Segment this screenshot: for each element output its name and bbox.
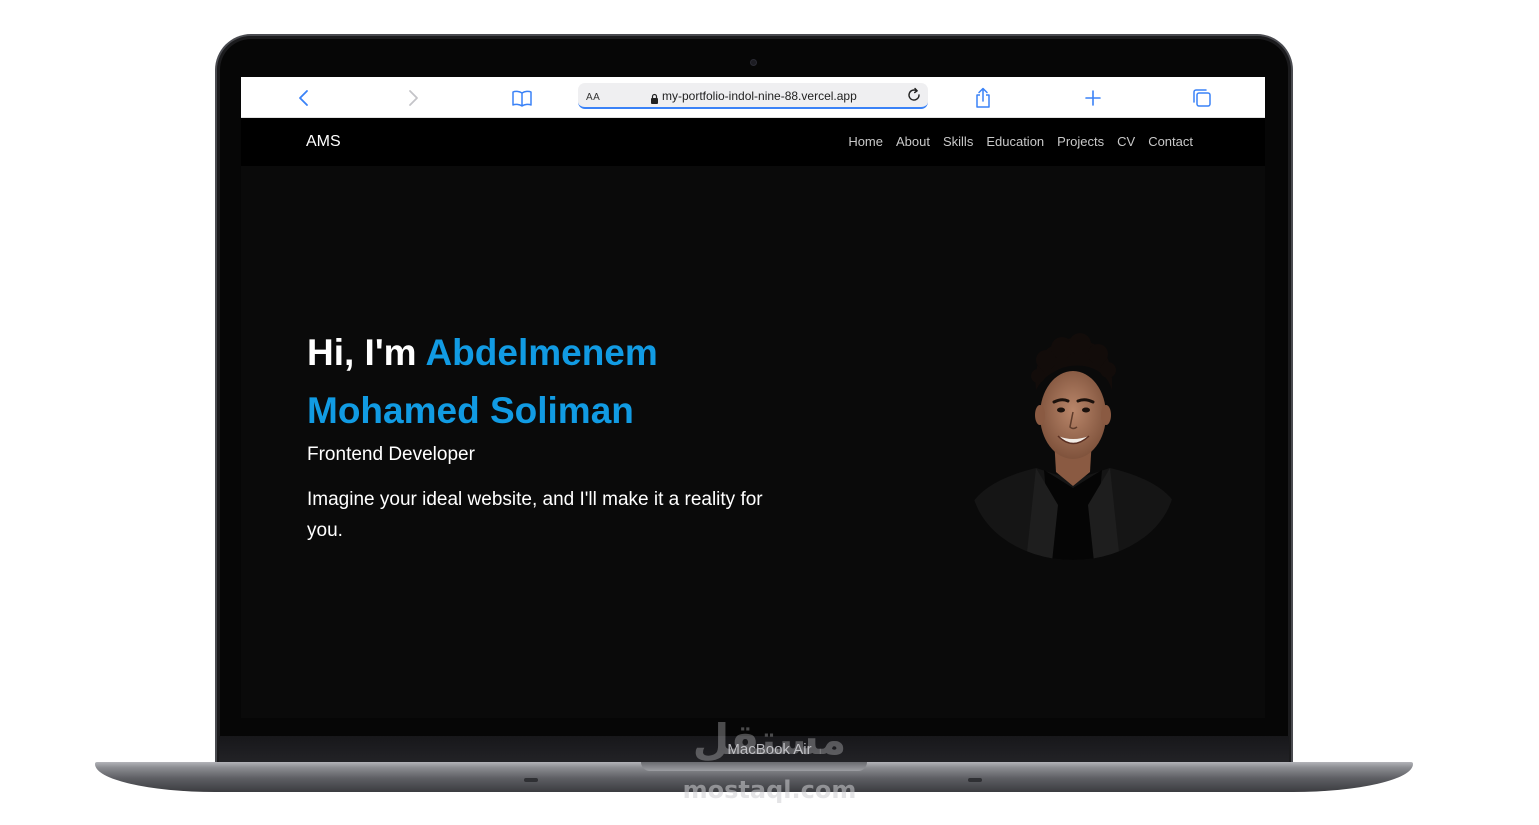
nav-link-contact[interactable]: Contact [1148, 134, 1193, 149]
reload-icon[interactable] [906, 87, 922, 108]
site-brand[interactable]: AMS [306, 133, 341, 151]
chevron-left-icon[interactable] [292, 86, 316, 110]
nav-link-projects[interactable]: Projects [1057, 134, 1104, 149]
watermark-domain: mostaql.com [682, 776, 857, 804]
laptop-foot [524, 778, 538, 782]
share-icon[interactable] [971, 86, 995, 110]
plus-icon[interactable] [1081, 86, 1105, 110]
nav-link-cv[interactable]: CV [1117, 134, 1135, 149]
lock-icon [650, 91, 659, 109]
tabs-icon[interactable] [1190, 86, 1214, 110]
watermark-logo: مستقل [692, 715, 847, 764]
nav-link-skills[interactable]: Skills [943, 134, 973, 149]
hero-role: Frontend Developer [307, 444, 475, 465]
nav-link-about[interactable]: About [896, 134, 930, 149]
hero-greeting: Hi, I'm [307, 332, 426, 373]
chevron-right-icon[interactable] [401, 86, 425, 110]
laptop-foot [968, 778, 982, 782]
hero-tagline: Imagine your ideal website, and I'll mak… [307, 489, 763, 541]
text-size-button[interactable]: AA [586, 92, 600, 103]
nav-link-home[interactable]: Home [848, 134, 883, 149]
profile-photo [971, 333, 1175, 560]
nav-links: Home About Skills Education Projects CV … [848, 134, 1193, 149]
browser-toolbar: AA my-portfolio-indol-nine-88.vercel.app [241, 77, 1265, 118]
url-text: my-portfolio-indol-nine-88.vercel.app [662, 89, 857, 103]
book-icon[interactable] [510, 86, 534, 110]
site-navbar: AMS Home About Skills Education Projects… [241, 118, 1265, 166]
address-bar[interactable]: AA my-portfolio-indol-nine-88.vercel.app [578, 83, 928, 109]
hero-title: Hi, I'm Abdelmenem Mohamed Soliman [307, 324, 827, 440]
nav-link-education[interactable]: Education [986, 134, 1044, 149]
browser-window: AA my-portfolio-indol-nine-88.vercel.app… [241, 77, 1265, 718]
camera-icon [750, 59, 757, 66]
